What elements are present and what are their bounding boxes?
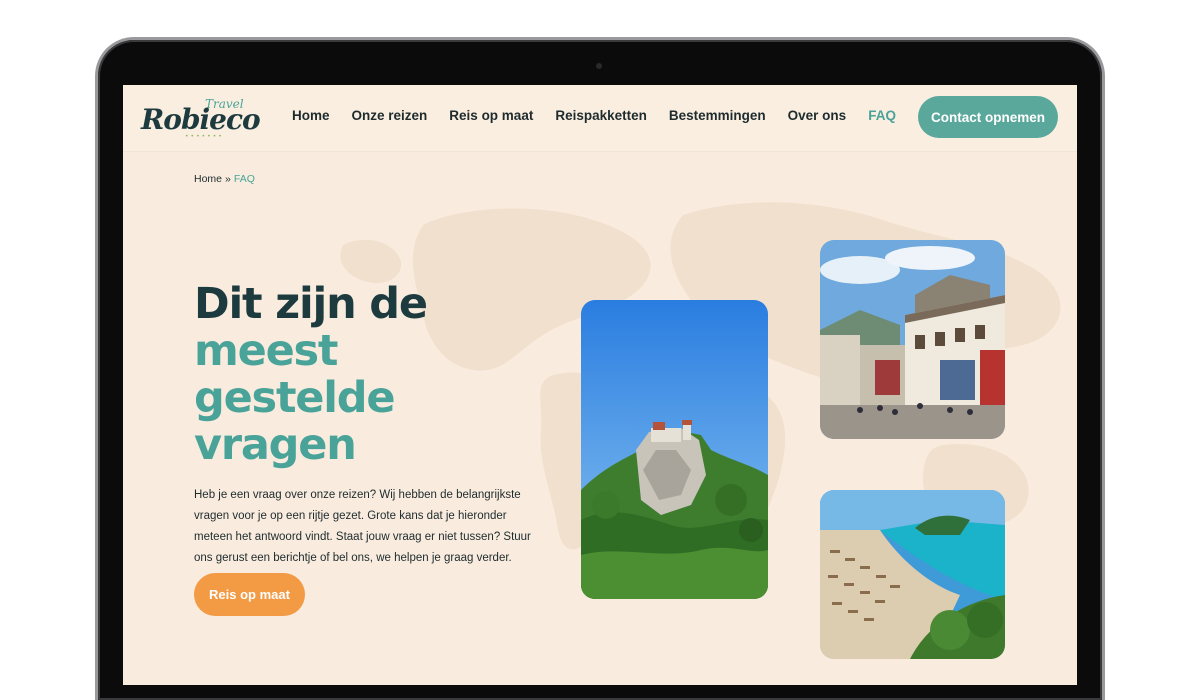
robieco-logo[interactable]: Travel Robieco ••••••• (141, 97, 261, 143)
breadcrumb-current: FAQ (233, 173, 255, 185)
street-market-photo (820, 240, 1005, 439)
castle-photo (581, 300, 768, 599)
browser-screen: Travel Robieco ••••••• Home Onze reizen … (123, 85, 1077, 685)
breadcrumb-home-link[interactable]: Home (194, 173, 222, 185)
site-header: Travel Robieco ••••••• Home Onze reizen … (123, 85, 1077, 151)
breadcrumb-separator: » (225, 173, 231, 185)
nav-item-bestemmingen[interactable]: Bestemmingen (669, 108, 766, 123)
beach-photo (820, 490, 1005, 659)
reis-op-maat-button[interactable]: Reis op maat (194, 573, 305, 616)
logo-wordmark: Robieco (141, 103, 261, 136)
camera-icon (596, 63, 602, 69)
contact-button[interactable]: Contact opnemen (918, 96, 1058, 138)
nav-item-onze-reizen[interactable]: Onze reizen (352, 108, 428, 123)
nav-item-reispakketten[interactable]: Reispakketten (555, 108, 647, 123)
nav-item-reis-op-maat[interactable]: Reis op maat (449, 108, 533, 123)
intro-text: Heb je een vraag over onze reizen? Wij h… (194, 489, 531, 564)
page-title-line2: meest gestelde vragen (194, 326, 396, 470)
breadcrumb: Home» FAQ (194, 173, 255, 185)
nav-item-faq[interactable]: FAQ (868, 108, 896, 123)
nav-item-over-ons[interactable]: Over ons (788, 108, 847, 123)
nav-item-home[interactable]: Home (292, 108, 330, 123)
page-title-line1: Dit zijn de (194, 279, 428, 329)
logo-dots: ••••••• (185, 133, 224, 140)
laptop-frame: Travel Robieco ••••••• Home Onze reizen … (98, 40, 1102, 700)
page-title: Dit zijn de meest gestelde vragen (194, 281, 524, 469)
main-navigation: Home Onze reizen Reis op maat Reispakket… (292, 108, 918, 123)
